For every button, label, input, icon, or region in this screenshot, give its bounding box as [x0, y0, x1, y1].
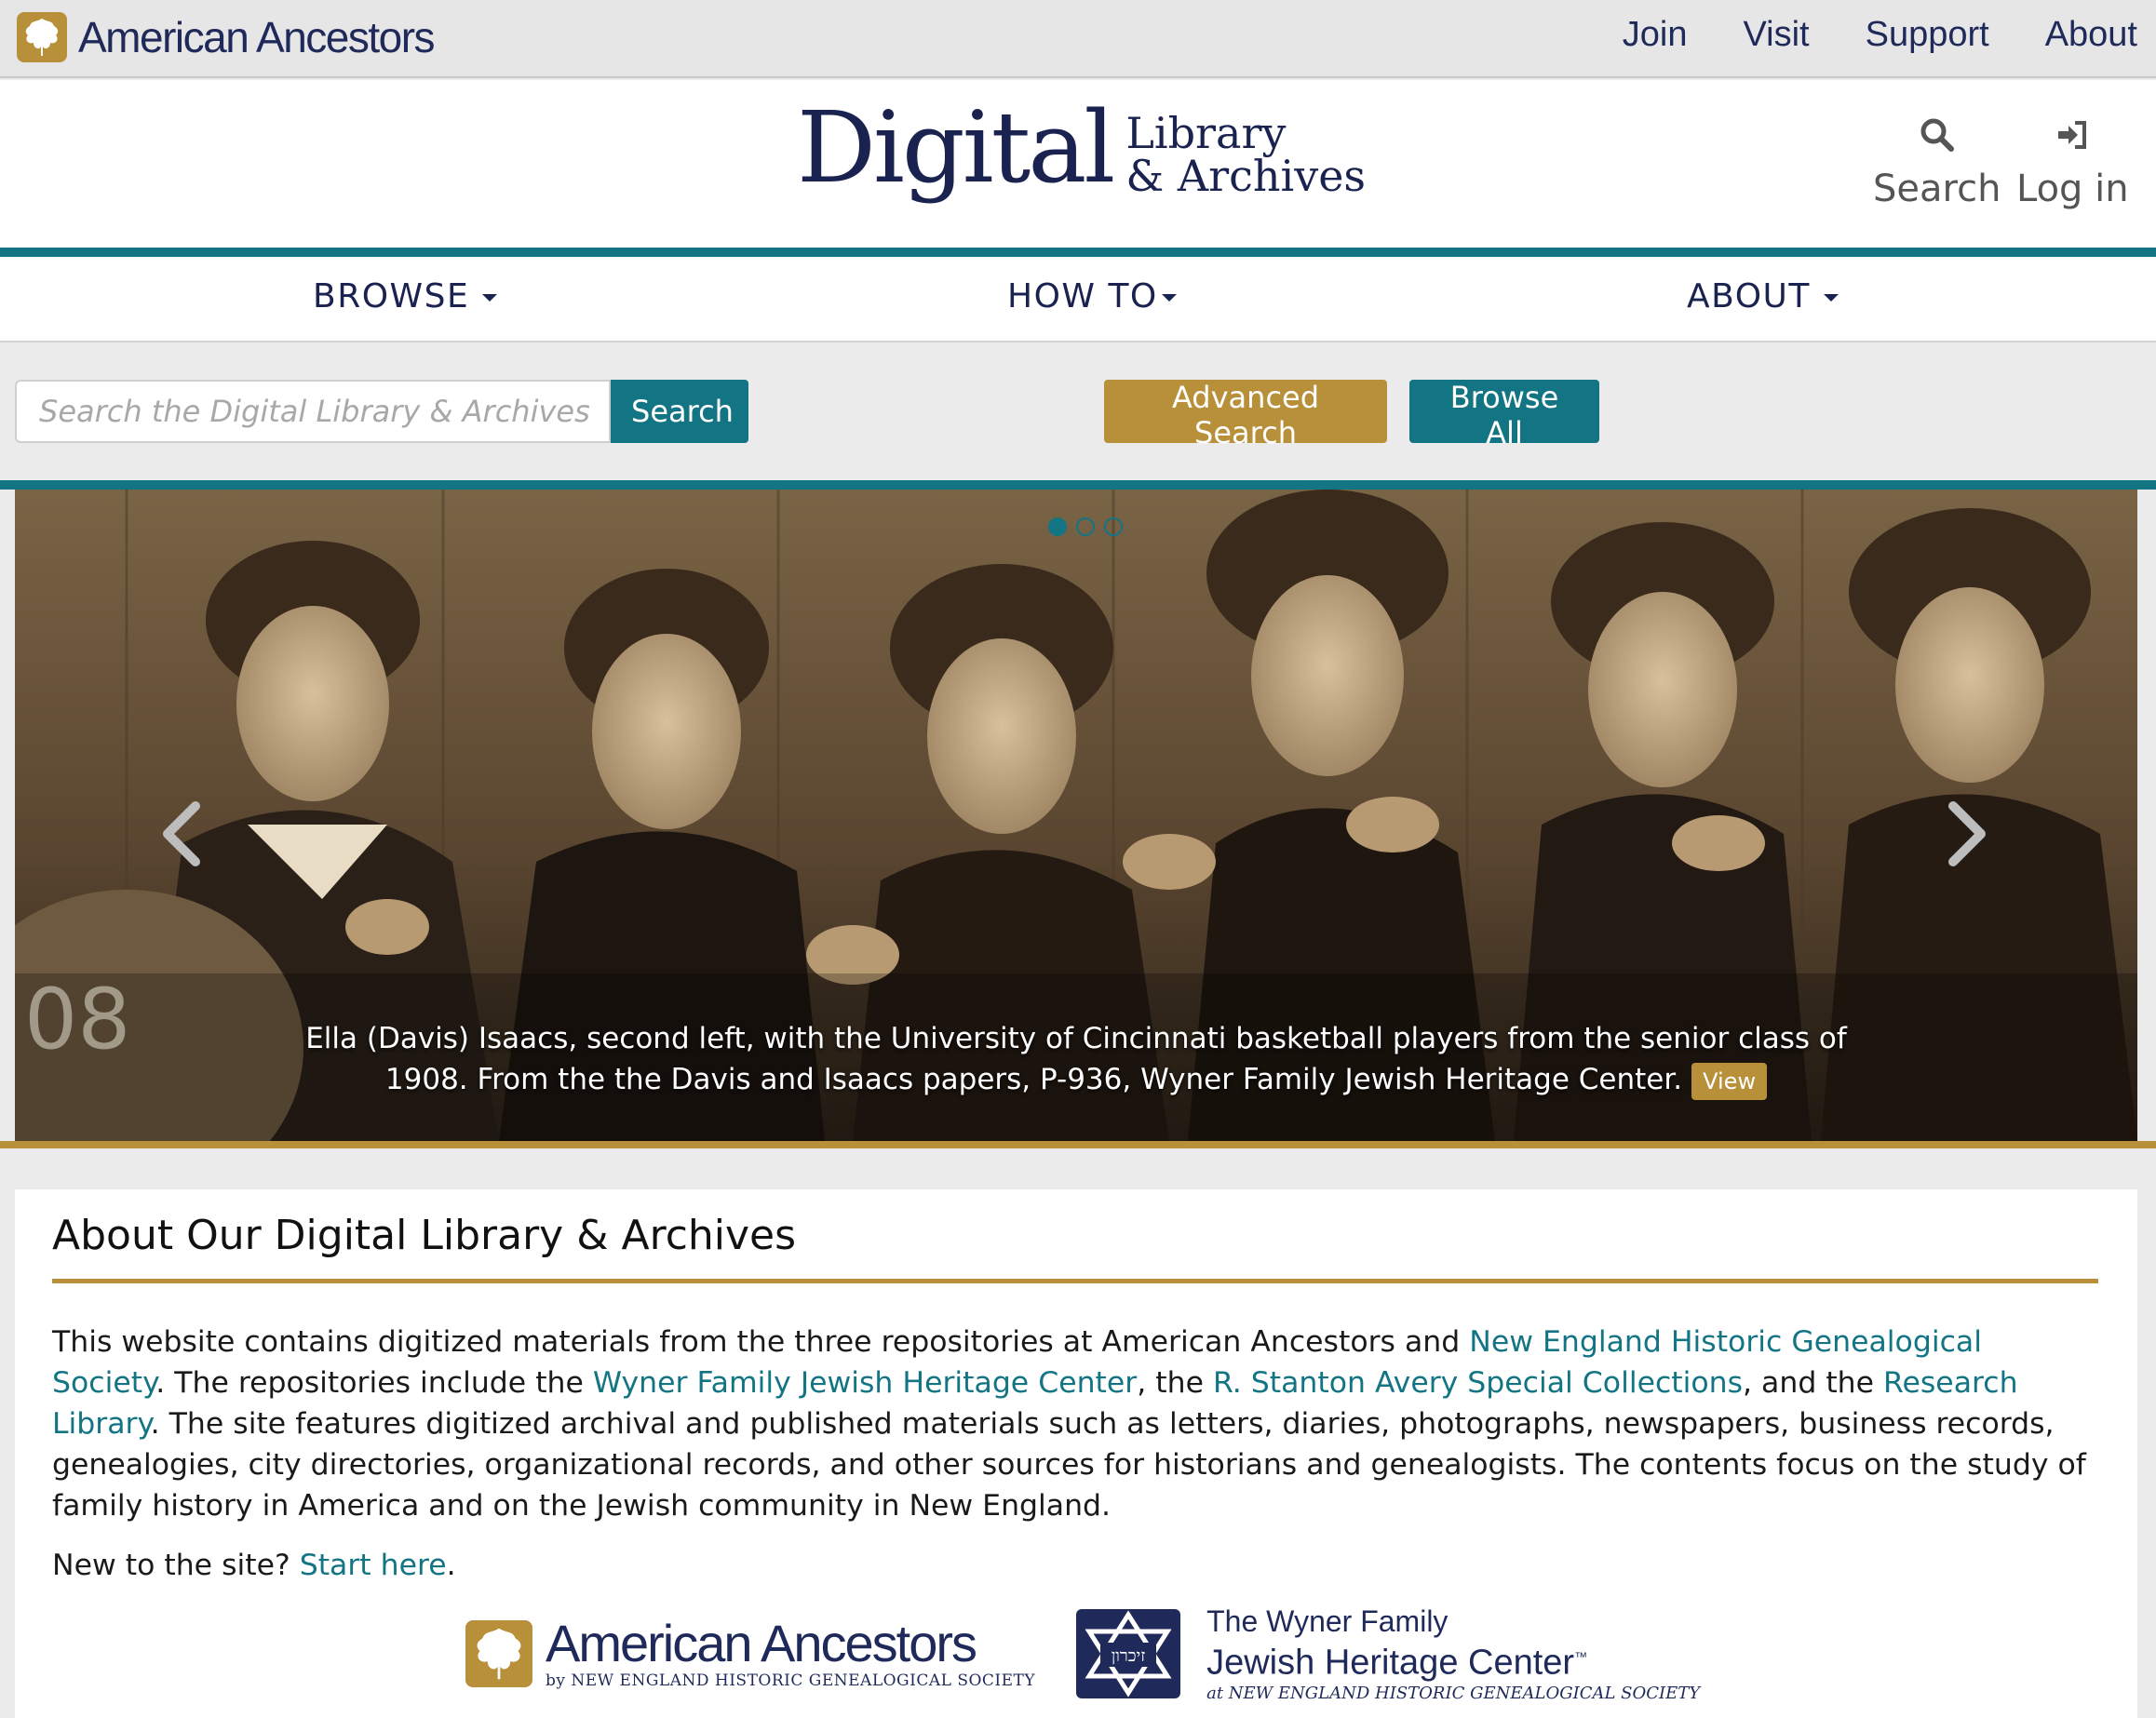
carousel-top-divider	[0, 480, 2156, 490]
site-header: Digital Library & Archives Search Log in	[0, 80, 2156, 248]
american-ancestors-logo[interactable]: American Ancestors	[17, 11, 436, 63]
support-link[interactable]: Support	[1866, 15, 1989, 55]
about-link[interactable]: About	[2045, 15, 2137, 55]
search-bar: Search Advanced Search Browse All	[0, 344, 2156, 480]
nav-how-to-label: HOW TO	[1007, 277, 1158, 315]
wyner-line-1: The Wyner Family	[1206, 1604, 1449, 1638]
digital-library-logo[interactable]: Digital Library & Archives	[797, 90, 1366, 205]
magnifier-icon	[1920, 118, 1954, 152]
header-divider	[0, 248, 2156, 257]
nav-about-label: ABOUT	[1687, 277, 1811, 315]
sign-in-icon	[2058, 121, 2087, 149]
caret-down-icon	[1823, 294, 1839, 302]
advanced-search-button[interactable]: Advanced Search	[1104, 380, 1387, 450]
logo-digital-word: Digital	[797, 90, 1115, 205]
brand-name: American Ancestors	[78, 13, 436, 61]
trademark-symbol: ™	[1574, 1649, 1588, 1664]
about-section: About Our Digital Library & Archives Thi…	[15, 1189, 2137, 1718]
carousel-indicators	[1048, 517, 1123, 536]
about-heading-rule	[52, 1279, 2098, 1283]
about-text: This website contains digitized material…	[52, 1325, 1470, 1359]
nav-how-to[interactable]: HOW TO	[1007, 277, 1177, 315]
caption-text: Ella (Davis) Isaacs, second left, with t…	[305, 1022, 1847, 1096]
american-ancestors-footer-logo[interactable]: American Ancestors by NEW ENGLAND HISTOR…	[465, 1617, 1035, 1690]
logo-library-word: Library	[1125, 108, 1287, 158]
oak-leaf-icon	[465, 1619, 532, 1687]
carousel-caption: Ella (Davis) Isaacs, second left, with t…	[294, 1018, 1858, 1100]
header-search-label: Search	[1873, 168, 2001, 210]
wyner-center-name: Jewish Heritage Center	[1206, 1643, 1575, 1683]
join-link[interactable]: Join	[1623, 15, 1688, 55]
nav-browse-label: BROWSE	[313, 277, 470, 315]
carousel-dot-3[interactable]	[1104, 517, 1123, 536]
wyner-line-2: Jewish Heritage Center™	[1206, 1638, 1700, 1682]
logo-archives-word: & Archives	[1125, 151, 1367, 201]
about-heading: About Our Digital Library & Archives	[52, 1212, 797, 1259]
wyner-line-3: at NEW ENGLAND HISTORIC GENEALOGICAL SOC…	[1206, 1683, 1701, 1703]
logo-library-archives: Library & Archives	[1125, 112, 1366, 197]
search-input[interactable]	[15, 380, 611, 443]
browse-all-button[interactable]: Browse All	[1409, 380, 1599, 450]
view-button[interactable]: View	[1691, 1062, 1768, 1100]
start-here-link[interactable]: Start here	[300, 1549, 447, 1582]
wyner-center-logo[interactable]: זיכרון The Wyner Family Jewish Heritage …	[1076, 1604, 1700, 1703]
about-paragraph: This website contains digitized material…	[52, 1322, 2100, 1526]
wyner-badge-text: זיכרון	[1112, 1646, 1146, 1666]
avery-link[interactable]: R. Stanton Avery Special Collections	[1213, 1366, 1743, 1400]
about-text: , the	[1137, 1366, 1213, 1400]
carousel-bottom-divider	[0, 1141, 2156, 1148]
new-to-site-text: New to the site?	[52, 1549, 300, 1582]
partner-logos: American Ancestors by NEW ENGLAND HISTOR…	[465, 1604, 1700, 1703]
new-to-site-paragraph: New to the site? Start here.	[52, 1545, 2100, 1586]
period-text: .	[446, 1549, 456, 1582]
about-text: , and the	[1743, 1366, 1884, 1400]
nav-about[interactable]: ABOUT	[1687, 277, 1839, 315]
utility-nav: Join Visit Support About	[1623, 15, 2137, 55]
caret-down-icon	[1161, 294, 1177, 302]
wyner-link[interactable]: Wyner Family Jewish Heritage Center	[593, 1366, 1137, 1400]
aa-footer-name: American Ancestors	[546, 1613, 977, 1672]
about-text: . The site features digitized archival a…	[52, 1407, 2086, 1523]
header-search-button[interactable]: Search	[1873, 117, 2001, 210]
caret-down-icon	[482, 294, 498, 302]
aa-footer-subtitle: by NEW ENGLAND HISTORIC GENEALOGICAL SOC…	[546, 1671, 1036, 1690]
main-nav: BROWSE HOW TO ABOUT	[0, 257, 2156, 342]
hero-carousel: 08 Ella (Davis) Isaacs, second left, wit…	[15, 490, 2137, 1141]
nav-browse[interactable]: BROWSE	[313, 277, 498, 315]
carousel-dot-2[interactable]	[1076, 517, 1095, 536]
chevron-right-icon[interactable]	[1938, 797, 1994, 871]
oak-leaf-icon	[17, 12, 67, 62]
header-login-button[interactable]: Log in	[2016, 117, 2129, 210]
visit-link[interactable]: Visit	[1743, 15, 1809, 55]
about-text: . The repositories include the	[155, 1366, 593, 1400]
search-button[interactable]: Search	[611, 380, 748, 443]
star-of-david-icon: זיכרון	[1076, 1608, 1181, 1698]
chevron-left-icon[interactable]	[155, 797, 210, 871]
top-utility-bar: American Ancestors Join Visit Support Ab…	[0, 0, 2156, 78]
header-login-label: Log in	[2016, 168, 2129, 210]
carousel-dot-1[interactable]	[1048, 517, 1067, 536]
